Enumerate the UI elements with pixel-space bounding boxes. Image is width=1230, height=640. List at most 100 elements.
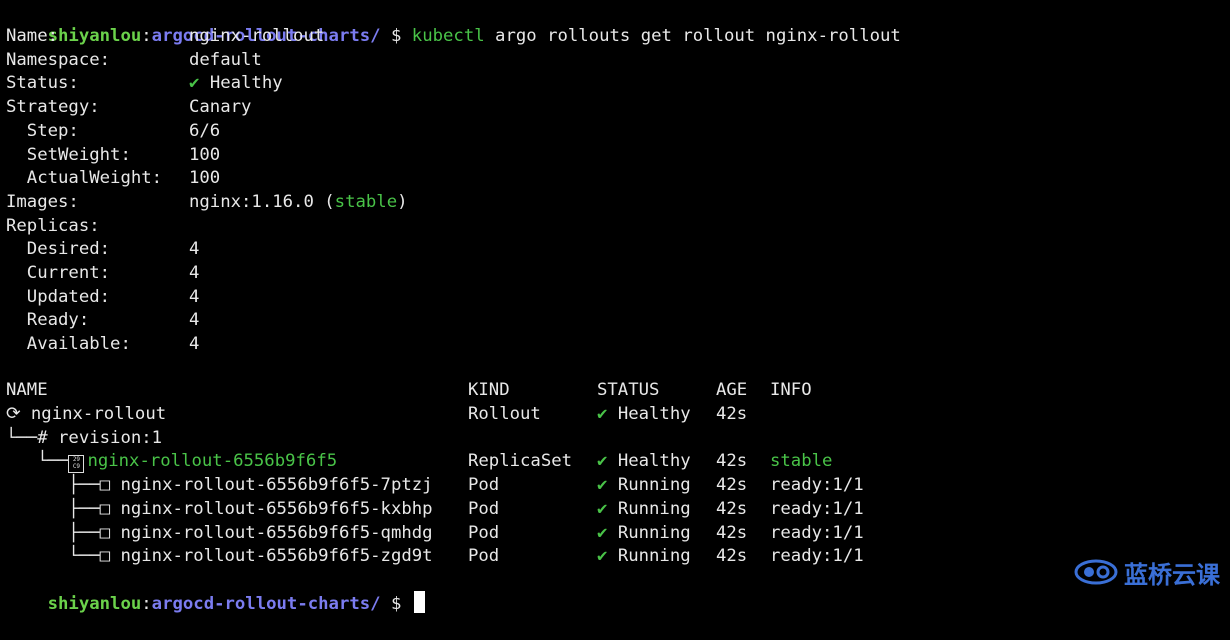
terminal-window[interactable]: shiyanlou:argocd-rollout-charts/ $ kubec…	[6, 0, 1230, 614]
header-info: INFO	[770, 380, 812, 400]
watermark-text: 蓝桥云课	[1124, 560, 1220, 589]
prompt-path: argocd-rollout-charts/	[151, 594, 381, 614]
prompt-separator: :	[141, 594, 152, 614]
check-icon: ✔	[189, 73, 200, 94]
row-name-cell: ├──□ nginx-rollout-6556b9f6f5-7ptzj	[6, 473, 433, 497]
check-icon: ✔	[597, 475, 608, 496]
resource-status-wrap: ✔ Running	[597, 544, 691, 568]
summary-value: 4	[189, 310, 200, 331]
summary-value: 4	[189, 334, 200, 355]
resource-name: nginx-rollout-6556b9f6f5-kxbhp	[120, 498, 433, 519]
row-name-cell: ├──□ nginx-rollout-6556b9f6f5-kxbhp	[6, 497, 433, 521]
summary-value-wrap: 4	[189, 285, 199, 309]
resource-name: nginx-rollout-6556b9f6f5	[87, 451, 338, 472]
tree-branch: ├──□	[6, 522, 121, 543]
summary-key: Replicas:	[6, 215, 100, 236]
resource-info: stable	[770, 451, 833, 472]
tree-row[interactable]: └──□ nginx-rollout-6556b9f6f5-zgd9t Pod ✔ …	[6, 544, 1226, 568]
row-name-cell: ├──□ nginx-rollout-6556b9f6f5-qmhdg	[6, 521, 433, 545]
tree-row[interactable]: ├──□ nginx-rollout-6556b9f6f5-qmhdg Pod ✔ …	[6, 521, 1226, 545]
resource-age: 42s	[716, 498, 748, 519]
resource-age: 42s	[716, 404, 748, 424]
summary-value: nginx-rollout	[189, 26, 325, 46]
resource-info: ready:1/1	[770, 522, 864, 543]
header-age: AGE	[716, 380, 748, 400]
header-name: NAME	[6, 380, 48, 400]
tree-row[interactable]: ├──□ nginx-rollout-6556b9f6f5-kxbhp Pod ✔ …	[6, 497, 1226, 521]
summary-value-wrap: 4	[189, 308, 199, 332]
tree-branch: └──□	[6, 546, 121, 567]
summary-value: 4	[189, 286, 200, 307]
tree-branch: └──#	[6, 427, 59, 448]
header-status: STATUS	[597, 380, 660, 400]
resource-kind: Pod	[468, 546, 500, 567]
summary-value: 4	[189, 239, 200, 260]
resource-kind: Pod	[468, 498, 500, 519]
tree-row[interactable]: └── 29 C9 nginx-rollout-6556b9f6f5 ReplicaSe…	[6, 449, 1226, 474]
resource-status: Running	[617, 522, 691, 543]
summary-value: Healthy	[209, 73, 283, 94]
tree-branch: └──	[6, 451, 69, 472]
summary-value-wrap: 6/6	[189, 119, 220, 143]
table-header: NAME KIND STATUS AGE INFO	[6, 378, 1226, 402]
resource-status: Healthy	[617, 451, 691, 472]
summary-key: Name:	[6, 26, 59, 46]
resource-info: ready:1/1	[770, 546, 864, 567]
summary-key: SetWeight:	[6, 144, 131, 165]
check-icon: ✔	[597, 546, 608, 567]
command-line: shiyanlou:argocd-rollout-charts/ $ kubec…	[6, 0, 901, 46]
resource-status-wrap: ✔ Healthy	[597, 402, 691, 426]
resource-status: Running	[617, 498, 691, 519]
lanqiao-logo-icon	[1074, 559, 1118, 585]
tree-branch: ⟳	[6, 404, 31, 424]
summary-key: Strategy:	[6, 97, 100, 118]
row-name-cell: ⟳ nginx-rollout	[6, 402, 166, 426]
resource-name: nginx-rollout-6556b9f6f5-7ptzj	[120, 475, 433, 496]
replicaset-icon: 29 C9	[68, 455, 85, 474]
summary-value-wrap: nginx:1.16.0 (stable)	[189, 190, 408, 214]
summary-value: 100	[189, 168, 221, 189]
check-icon: ✔	[597, 522, 608, 543]
resource-status-wrap: ✔ Running	[597, 473, 691, 497]
resource-status: Healthy	[617, 404, 691, 424]
check-icon: ✔	[597, 451, 608, 472]
summary-value-wrap: 100	[189, 166, 220, 190]
prompt-symbol: $	[390, 26, 402, 46]
header-kind: KIND	[468, 380, 510, 400]
resource-status-wrap: ✔ Running	[597, 497, 691, 521]
tree-row[interactable]: ├──□ nginx-rollout-6556b9f6f5-7ptzj Pod ✔ …	[6, 473, 1226, 497]
resource-name: nginx-rollout-6556b9f6f5-qmhdg	[120, 522, 433, 543]
resource-info: ready:1/1	[770, 498, 864, 519]
summary-key: Available:	[6, 334, 131, 355]
summary-value: 4	[189, 263, 200, 283]
command-args: argo rollouts get rollout nginx-rollout	[495, 26, 901, 46]
summary-key: Namespace:	[6, 49, 111, 70]
row-name-cell: └──□ nginx-rollout-6556b9f6f5-zgd9t	[6, 544, 432, 568]
summary-value-wrap: nginx-rollout	[189, 24, 324, 48]
resource-name: nginx-rollout	[30, 404, 167, 424]
tree-row[interactable]: ⟳ nginx-rollout Rollout ✔ Healthy 42s	[6, 402, 1226, 426]
prompt-user: shiyanlou	[47, 26, 142, 46]
summary-value-wrap: Canary	[189, 95, 251, 119]
image-tag: stable	[334, 191, 398, 212]
summary-key: Desired:	[6, 239, 111, 260]
summary-value-wrap: 4	[189, 237, 199, 261]
resource-age: 42s	[716, 475, 748, 496]
resource-status: Running	[617, 475, 691, 496]
summary-value-wrap: default	[189, 48, 262, 72]
resource-info: ready:1/1	[770, 475, 864, 496]
resource-status-wrap: ✔ Healthy	[597, 449, 691, 473]
tree-row[interactable]: └──# revision:1	[6, 426, 1226, 450]
tree-branch: ├──□	[6, 475, 121, 496]
resource-age: 42s	[716, 546, 748, 567]
resource-status: Running	[617, 546, 691, 567]
row-name-cell: └──# revision:1	[6, 426, 162, 450]
summary-key: ActualWeight:	[6, 168, 163, 189]
summary-value: 6/6	[189, 120, 221, 141]
summary-value: nginx:1.16.0	[189, 191, 314, 212]
text-cursor[interactable]	[413, 591, 425, 613]
prompt-line: shiyanlou:argocd-rollout-charts/ $	[6, 567, 425, 614]
summary-key: Updated:	[6, 286, 111, 307]
summary-value: 100	[189, 144, 221, 165]
summary-value: default	[189, 49, 262, 70]
